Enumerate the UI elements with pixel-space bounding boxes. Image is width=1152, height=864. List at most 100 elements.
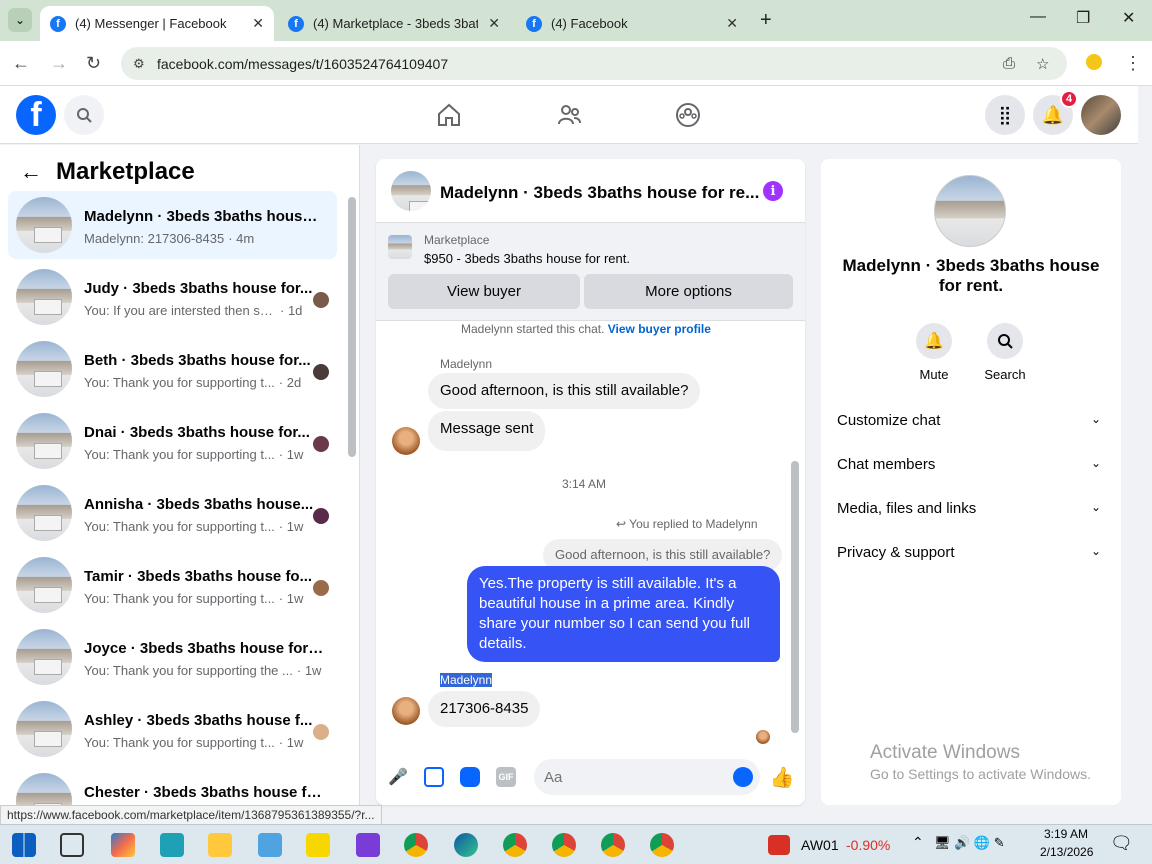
home-icon[interactable] <box>436 102 462 128</box>
notification-center-icon[interactable]: 🗨 <box>1110 833 1133 854</box>
stock-ticker[interactable]: AW01 <box>801 837 839 853</box>
row-label: Chat members <box>837 456 936 473</box>
chrome-icon[interactable] <box>650 833 674 857</box>
friends-icon[interactable] <box>556 102 582 128</box>
clock-time[interactable]: 3:19 AM <box>1044 827 1088 841</box>
paint-icon[interactable] <box>258 833 282 857</box>
listing-price[interactable]: $950 - 3beds 3baths house for rent. <box>424 251 630 266</box>
url-field[interactable]: ⚙ facebook.com/messages/t/16035247641094… <box>121 47 1067 80</box>
facebook-logo[interactable]: f <box>16 95 56 135</box>
listing-thumbnail[interactable] <box>388 235 412 259</box>
sender-avatar[interactable] <box>392 697 420 725</box>
site-settings-icon[interactable]: ⚙ <box>133 56 145 72</box>
chat-listing-avatar[interactable] <box>391 171 431 211</box>
profile-avatar[interactable] <box>1081 95 1121 135</box>
app-icon[interactable] <box>356 833 380 857</box>
sticker-icon[interactable] <box>460 767 480 787</box>
minimize-icon[interactable]: — <box>1030 8 1046 26</box>
read-receipt-avatar <box>313 364 329 380</box>
facebook-favicon-icon: f <box>288 15 304 32</box>
conversation-item[interactable]: Judy · 3beds 3baths house for... You: If… <box>8 263 337 331</box>
maximize-icon[interactable]: ❐ <box>1076 8 1090 28</box>
conversation-item[interactable]: Annisha · 3beds 3baths house... You: Tha… <box>8 479 337 547</box>
browser-tabbar: ⌄ f (4) Messenger | Facebook ✕ f (4) Mar… <box>0 0 1152 41</box>
message-input[interactable] <box>534 759 760 795</box>
scrollbar[interactable] <box>348 197 356 457</box>
sender-avatar[interactable] <box>392 427 420 455</box>
install-app-icon[interactable]: ⎙ <box>1003 55 1015 72</box>
tray-icons[interactable]: 🖥 🔊 🌐 ✎ <box>934 835 1005 851</box>
clock-date[interactable]: 2/13/2026 <box>1040 845 1093 859</box>
tab-messenger[interactable]: f (4) Messenger | Facebook ✕ <box>40 6 274 41</box>
reload-icon[interactable]: ↻ <box>86 53 101 74</box>
tab-marketplace[interactable]: f (4) Marketplace - 3beds 3baths ✕ <box>278 6 510 41</box>
close-tab-icon[interactable]: ✕ <box>252 15 264 32</box>
emoji-icon[interactable] <box>733 767 753 787</box>
row-label: Customize chat <box>837 412 941 429</box>
view-buyer-button[interactable]: View buyer <box>388 274 580 309</box>
media-files-links-row[interactable]: Media, files and links ⌄ <box>837 500 1105 517</box>
extension-icon[interactable] <box>1086 54 1102 70</box>
conversation-item[interactable]: Beth · 3beds 3baths house for... You: Th… <box>8 335 337 403</box>
chrome-icon[interactable] <box>552 833 576 857</box>
tray-chevron-icon[interactable]: ⌃ <box>912 834 924 851</box>
privacy-support-row[interactable]: Privacy & support ⌄ <box>837 544 1105 561</box>
close-tab-icon[interactable]: ✕ <box>488 15 500 32</box>
chat-title[interactable]: Madelynn · 3beds 3baths house for re... <box>440 183 759 203</box>
search-button[interactable]: Search <box>975 323 1035 382</box>
microphone-icon[interactable]: 🎤 <box>388 767 408 787</box>
chat-members-row[interactable]: Chat members ⌄ <box>837 456 1105 473</box>
mute-button[interactable]: 🔔 Mute <box>904 323 964 382</box>
forward-icon[interactable]: → <box>50 53 68 74</box>
menu-kebab-icon[interactable]: ⋮ <box>1124 53 1142 74</box>
chrome-icon[interactable] <box>404 833 428 857</box>
preview-text: You: Thank you for supporting t... <box>84 735 275 750</box>
bookmark-star-icon[interactable]: ☆ <box>1036 55 1049 73</box>
listing-thumbnail <box>16 269 72 325</box>
read-receipt-avatar <box>313 508 329 524</box>
more-options-button[interactable]: More options <box>584 274 793 309</box>
close-tab-icon[interactable]: ✕ <box>726 15 738 32</box>
conversation-item[interactable]: Chester · 3beds 3baths house fo... <box>8 767 337 805</box>
tab-search-button[interactable]: ⌄ <box>8 8 32 32</box>
edge-icon[interactable] <box>454 833 478 857</box>
like-thumb-icon[interactable]: 👍 <box>770 767 795 789</box>
tab-facebook[interactable]: f (4) Facebook ✕ <box>516 6 748 41</box>
view-buyer-profile-link[interactable]: View buyer profile <box>608 322 711 336</box>
conversation-item[interactable]: Dnai · 3beds 3baths house for... You: Th… <box>8 407 337 475</box>
conversation-title: Tamir · 3beds 3baths house fo... <box>84 568 313 585</box>
file-explorer-icon[interactable] <box>208 833 232 857</box>
windows-start-icon[interactable] <box>12 833 36 857</box>
app-icon[interactable] <box>160 833 184 857</box>
groups-icon[interactable] <box>675 102 701 128</box>
back-arrow-icon[interactable]: ← <box>20 159 42 185</box>
conversation-item[interactable]: Tamir · 3beds 3baths house fo... You: Th… <box>8 551 337 619</box>
info-icon[interactable]: i <box>763 181 783 201</box>
sticky-notes-icon[interactable] <box>306 833 330 857</box>
conversation-title: Dnai · 3beds 3baths house for... <box>84 424 310 441</box>
customize-chat-row[interactable]: Customize chat ⌄ <box>837 412 1105 429</box>
photo-icon[interactable] <box>424 767 444 787</box>
conversation-item[interactable]: Madelynn · 3beds 3baths house ... Madely… <box>8 191 337 259</box>
search-icon[interactable] <box>64 95 104 135</box>
task-view-icon[interactable] <box>60 833 84 857</box>
chrome-icon[interactable] <box>503 833 527 857</box>
back-icon[interactable]: ← <box>12 53 30 74</box>
preview-text: You: Thank you for supporting t... <box>84 591 275 606</box>
conversation-preview: You: If you are intersted then se... · 1d <box>84 303 302 318</box>
stock-trend-icon[interactable] <box>768 835 790 855</box>
listing-avatar[interactable] <box>934 175 1006 247</box>
listing-thumbnail <box>16 485 72 541</box>
new-tab-icon[interactable]: + <box>760 9 772 32</box>
conversation-item[interactable]: Ashley · 3beds 3baths house f... You: Th… <box>8 695 337 763</box>
conversation-item[interactable]: Joyce · 3beds 3baths house for r... You:… <box>8 623 337 691</box>
stock-change[interactable]: -0.90% <box>846 837 890 853</box>
listing-thumbnail <box>16 557 72 613</box>
preview-text: Madelynn: 217306-8435 <box>84 231 225 246</box>
gif-icon[interactable]: GIF <box>496 767 516 787</box>
close-window-icon[interactable]: ✕ <box>1122 8 1135 28</box>
menu-grid-icon[interactable]: ⣿ <box>985 95 1025 135</box>
copilot-icon[interactable] <box>111 833 135 857</box>
scrollbar[interactable] <box>791 461 799 733</box>
chrome-icon[interactable] <box>601 833 625 857</box>
